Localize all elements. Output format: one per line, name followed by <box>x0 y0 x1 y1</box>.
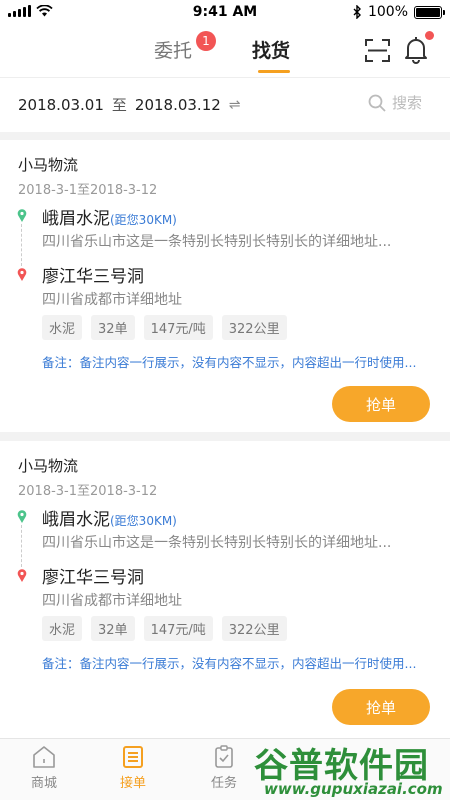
order-tags: 水泥 32单 147元/吨 322公里 <box>42 315 287 340</box>
order-card[interactable]: 小马物流 2018-3-1至2018-3-12 峨眉水泥(距您30KM) 四川省… <box>0 441 450 738</box>
order-period: 2018-3-1至2018-3-12 <box>18 183 158 198</box>
grab-order-button[interactable]: 抢单 <box>332 689 430 725</box>
date-range-picker[interactable]: 2018.03.01 至 2018.03.12 ⇌ <box>18 94 241 115</box>
order-remark: 备注：备注内容一行展示，没有内容不显示，内容超出一行时使用... <box>42 355 417 370</box>
origin-address: 四川省乐山市这是一条特别长特别长特别长的详细地址... <box>42 234 392 250</box>
date-separator: 至 <box>111 96 127 114</box>
bell-icon[interactable] <box>403 36 429 64</box>
destination-name: 廖江华三号洞 <box>42 267 144 287</box>
order-tags: 水泥 32单 147元/吨 322公里 <box>42 616 287 641</box>
company-name: 小马物流 <box>18 457 79 475</box>
tag-price: 147元/吨 <box>143 616 213 641</box>
origin-distance: (距您30KM) <box>110 213 177 227</box>
tab-weituo-badge: 1 <box>196 31 216 51</box>
origin-pin-icon <box>17 209 27 222</box>
swap-icon[interactable]: ⇌ <box>229 97 241 113</box>
destination-address: 四川省成都市详细地址 <box>42 593 182 609</box>
orders-icon <box>123 746 143 768</box>
tabbar-label: 接单 <box>119 776 146 791</box>
tag-distance: 322公里 <box>221 616 287 641</box>
origin-name: 峨眉水泥(距您30KM) <box>42 505 177 530</box>
destination-address: 四川省成都市详细地址 <box>42 292 182 308</box>
tag-count: 32单 <box>91 315 135 340</box>
tag-price: 147元/吨 <box>143 315 213 340</box>
battery-icon <box>414 5 445 19</box>
tag-cargo: 水泥 <box>42 315 83 340</box>
grab-order-button[interactable]: 抢单 <box>332 386 430 422</box>
home-icon <box>33 746 55 768</box>
tag-distance: 322公里 <box>221 315 287 340</box>
route-line <box>21 525 22 567</box>
search-button[interactable]: 搜索 <box>368 92 422 113</box>
tabbar-item-tasks[interactable]: 任务 <box>194 745 254 791</box>
search-label: 搜索 <box>392 94 423 112</box>
origin-name-text: 峨眉水泥 <box>42 209 110 229</box>
active-tab-indicator <box>258 70 290 73</box>
status-right: 100% <box>353 4 445 20</box>
tag-cargo: 水泥 <box>42 616 83 641</box>
bluetooth-icon <box>353 5 361 19</box>
scan-icon[interactable] <box>365 38 390 63</box>
route-line <box>21 224 22 266</box>
search-icon <box>368 94 386 112</box>
company-name: 小马物流 <box>18 156 79 174</box>
order-remark: 备注：备注内容一行展示，没有内容不显示，内容超出一行时使用... <box>42 656 417 671</box>
filter-bar: 2018.03.01 至 2018.03.12 ⇌ 搜索 <box>0 78 450 132</box>
watermark-logo: 谷普软件园 www.gupuxiazai.com <box>246 738 450 800</box>
tab-weituo[interactable]: 委托 <box>154 36 192 63</box>
clipboard-icon <box>215 745 233 768</box>
battery-percent: 100% <box>367 4 408 20</box>
watermark-url: www.gupuxiazai.com <box>264 780 443 798</box>
origin-name: 峨眉水泥(距您30KM) <box>42 204 177 229</box>
order-period: 2018-3-1至2018-3-12 <box>18 484 158 499</box>
origin-distance: (距您30KM) <box>110 514 177 528</box>
destination-pin-icon <box>17 569 27 582</box>
origin-address: 四川省乐山市这是一条特别长特别长特别长的详细地址... <box>42 535 392 551</box>
origin-name-text: 峨眉水泥 <box>42 510 110 530</box>
status-bar: 9:41 AM 100% <box>0 0 450 26</box>
tabbar-label: 商城 <box>30 776 57 791</box>
start-date[interactable]: 2018.03.01 <box>18 96 104 114</box>
order-card[interactable]: 小马物流 2018-3-1至2018-3-12 峨眉水泥(距您30KM) 四川省… <box>0 140 450 432</box>
top-nav: 委托 1 找货 <box>0 26 450 78</box>
tabbar-item-mall[interactable]: 商城 <box>14 745 74 791</box>
tag-count: 32单 <box>91 616 135 641</box>
tabbar-item-orders[interactable]: 接单 <box>103 745 163 791</box>
end-date[interactable]: 2018.03.12 <box>135 96 221 114</box>
destination-pin-icon <box>17 268 27 281</box>
origin-pin-icon <box>17 510 27 523</box>
notification-dot <box>425 31 434 40</box>
tabbar-label: 任务 <box>210 776 237 791</box>
tab-zhaohuo[interactable]: 找货 <box>252 36 290 63</box>
destination-name: 廖江华三号洞 <box>42 568 144 588</box>
